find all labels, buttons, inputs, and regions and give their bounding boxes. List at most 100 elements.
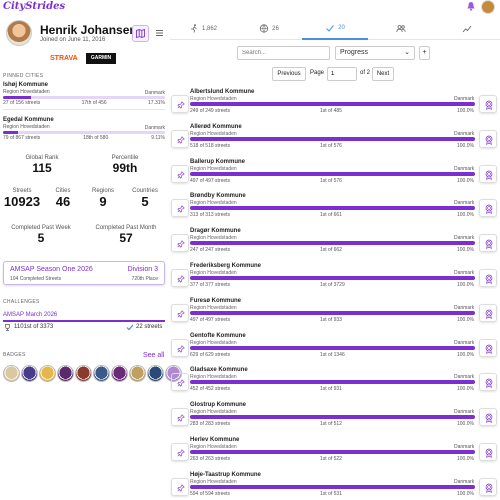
award-button[interactable] <box>479 477 497 496</box>
pinned-city-progress-bar <box>3 131 165 134</box>
badge-item[interactable] <box>75 365 92 382</box>
pin-city-button[interactable] <box>171 164 189 183</box>
award-button[interactable] <box>479 234 497 253</box>
award-button[interactable] <box>479 269 497 287</box>
city-name[interactable]: Albertslund Kommune <box>190 89 254 95</box>
tab-friends[interactable] <box>368 18 434 40</box>
city-rank: 1st of 933 <box>320 316 342 323</box>
pin-city-button[interactable] <box>171 234 189 253</box>
city-name[interactable]: Herlev Kommune <box>190 437 239 443</box>
city-streets: 377 of 377 streets <box>190 282 231 288</box>
pinned-city-card[interactable]: Egedal Kommune Region Hovedstaden Danmar… <box>3 117 165 141</box>
city-progress-bar <box>190 380 475 385</box>
city-row[interactable]: Allerød Kommune Region Hovedstaden Danmark… <box>170 123 500 157</box>
menu-icon[interactable] <box>155 29 164 37</box>
pin-city-button[interactable] <box>171 303 189 322</box>
city-row[interactable]: Ballerup Kommune Region Hovedstaden Danmar… <box>170 158 500 192</box>
app-logo[interactable]: CityStrides <box>3 1 65 12</box>
bell-icon[interactable] <box>466 1 476 11</box>
regions-stat: Regions 9 <box>88 188 118 209</box>
pin-city-button[interactable] <box>171 199 189 218</box>
city-row[interactable]: Furesø Kommune Region Hovedstaden Danmark 4… <box>170 297 500 331</box>
city-row[interactable]: Dragør Kommune Region Hovedstaden Danmark 2… <box>170 227 500 261</box>
previous-page-button[interactable]: Previous <box>272 67 306 81</box>
pin-city-button[interactable] <box>171 373 189 392</box>
award-button[interactable] <box>479 303 497 322</box>
chevron-down-icon: ⌄ <box>404 49 410 56</box>
badge-item[interactable] <box>111 365 128 382</box>
pinned-city-name[interactable]: Ishøj Kommune <box>3 82 165 88</box>
city-name[interactable]: Furesø Kommune <box>190 298 241 304</box>
badge-item[interactable] <box>147 365 164 382</box>
tab-completed[interactable]: 20 <box>302 18 368 40</box>
tab-activities[interactable]: 1,862 <box>170 18 236 40</box>
city-name[interactable]: Høje-Taastrup Kommune <box>190 472 261 478</box>
city-progress-bar <box>190 276 475 280</box>
pinned-city-region: Region Hovedstaden <box>3 89 50 95</box>
pin-city-button[interactable] <box>171 338 189 357</box>
tab-cities[interactable]: 26 <box>236 18 302 40</box>
award-button[interactable] <box>479 129 497 148</box>
garmin-logo[interactable]: GARMIN <box>86 53 116 64</box>
city-country: Danmark <box>454 130 475 137</box>
city-name[interactable]: Ballerup Kommune <box>190 159 245 165</box>
badge-item[interactable] <box>129 365 146 382</box>
city-region: Region Hovedstaden <box>190 304 237 311</box>
city-row[interactable]: Brøndby Kommune Region Hovedstaden Danmark… <box>170 192 500 226</box>
city-name[interactable]: Frederiksberg Kommune <box>190 263 261 269</box>
city-name[interactable]: Glostrup Kommune <box>190 402 246 408</box>
next-page-button[interactable]: Next <box>372 67 394 81</box>
badge-item[interactable] <box>21 365 38 382</box>
award-button[interactable] <box>479 373 497 392</box>
page-label: Page <box>310 70 325 76</box>
search-input[interactable] <box>237 46 330 60</box>
strava-logo[interactable]: STRAVA <box>50 55 78 62</box>
check-icon <box>126 324 134 331</box>
tab-activities-count: 1,862 <box>201 25 217 32</box>
map-button[interactable] <box>132 25 149 42</box>
city-row[interactable]: Frederiksberg Kommune Region Hovedstaden D… <box>170 262 500 296</box>
page-input[interactable] <box>327 67 357 81</box>
pinned-city-name[interactable]: Egedal Kommune <box>3 117 165 123</box>
award-button[interactable] <box>479 443 497 461</box>
pin-city-button[interactable] <box>171 129 189 148</box>
map-icon <box>136 28 145 39</box>
pin-city-button[interactable] <box>171 443 189 461</box>
season-card[interactable]: AMSAP Season One 2026 Division 3 104 Com… <box>3 261 165 285</box>
badge-item[interactable] <box>3 365 20 382</box>
city-row[interactable]: Albertslund Kommune Region Hovedstaden Dan… <box>170 88 500 122</box>
award-button[interactable] <box>479 95 497 113</box>
pin-city-button[interactable] <box>171 477 189 496</box>
badge-item[interactable] <box>39 365 56 382</box>
see-all-badges-link[interactable]: See all <box>143 352 164 359</box>
pin-city-button[interactable] <box>171 269 189 287</box>
city-name[interactable]: Allerød Kommune <box>190 124 242 130</box>
badge-item[interactable] <box>93 365 110 382</box>
add-filter-button[interactable]: + <box>419 46 430 60</box>
tab-stats[interactable] <box>434 18 500 40</box>
city-row[interactable]: Gladsaxe Kommune Region Hovedstaden Danmar… <box>170 366 500 400</box>
challenge-name[interactable]: AMSAP March 2026 <box>3 312 57 318</box>
city-name[interactable]: Dragør Kommune <box>190 228 241 234</box>
profile-joined-date: Joined on June 11, 2016 <box>40 37 106 43</box>
city-country: Danmark <box>454 478 475 485</box>
city-row[interactable]: Herlev Kommune Region Hovedstaden Danmark 2… <box>170 436 500 470</box>
award-button[interactable] <box>479 199 497 218</box>
pinned-city-card[interactable]: Ishøj Kommune Region Hovedstaden Danmark… <box>3 82 165 110</box>
user-avatar[interactable] <box>481 0 495 14</box>
city-name[interactable]: Brøndby Kommune <box>190 193 246 199</box>
award-button[interactable] <box>479 338 497 357</box>
city-row[interactable]: Glostrup Kommune Region Hovedstaden Danmar… <box>170 401 500 435</box>
city-percent: 100.0% <box>457 456 474 462</box>
city-row[interactable]: Høje-Taastrup Kommune Region Hovedstaden D… <box>170 471 500 500</box>
badge-item[interactable] <box>57 365 74 382</box>
city-percent: 100.0% <box>457 316 474 323</box>
sort-select[interactable]: Progress ⌄ <box>335 46 415 60</box>
city-name[interactable]: Gladsaxe Kommune <box>190 367 248 373</box>
pin-city-button[interactable] <box>171 95 189 113</box>
city-name[interactable]: Gentofte Kommune <box>190 333 246 339</box>
award-button[interactable] <box>479 164 497 183</box>
award-button[interactable] <box>479 408 497 427</box>
city-row[interactable]: Gentofte Kommune Region Hovedstaden Danmar… <box>170 332 500 366</box>
pin-city-button[interactable] <box>171 408 189 427</box>
